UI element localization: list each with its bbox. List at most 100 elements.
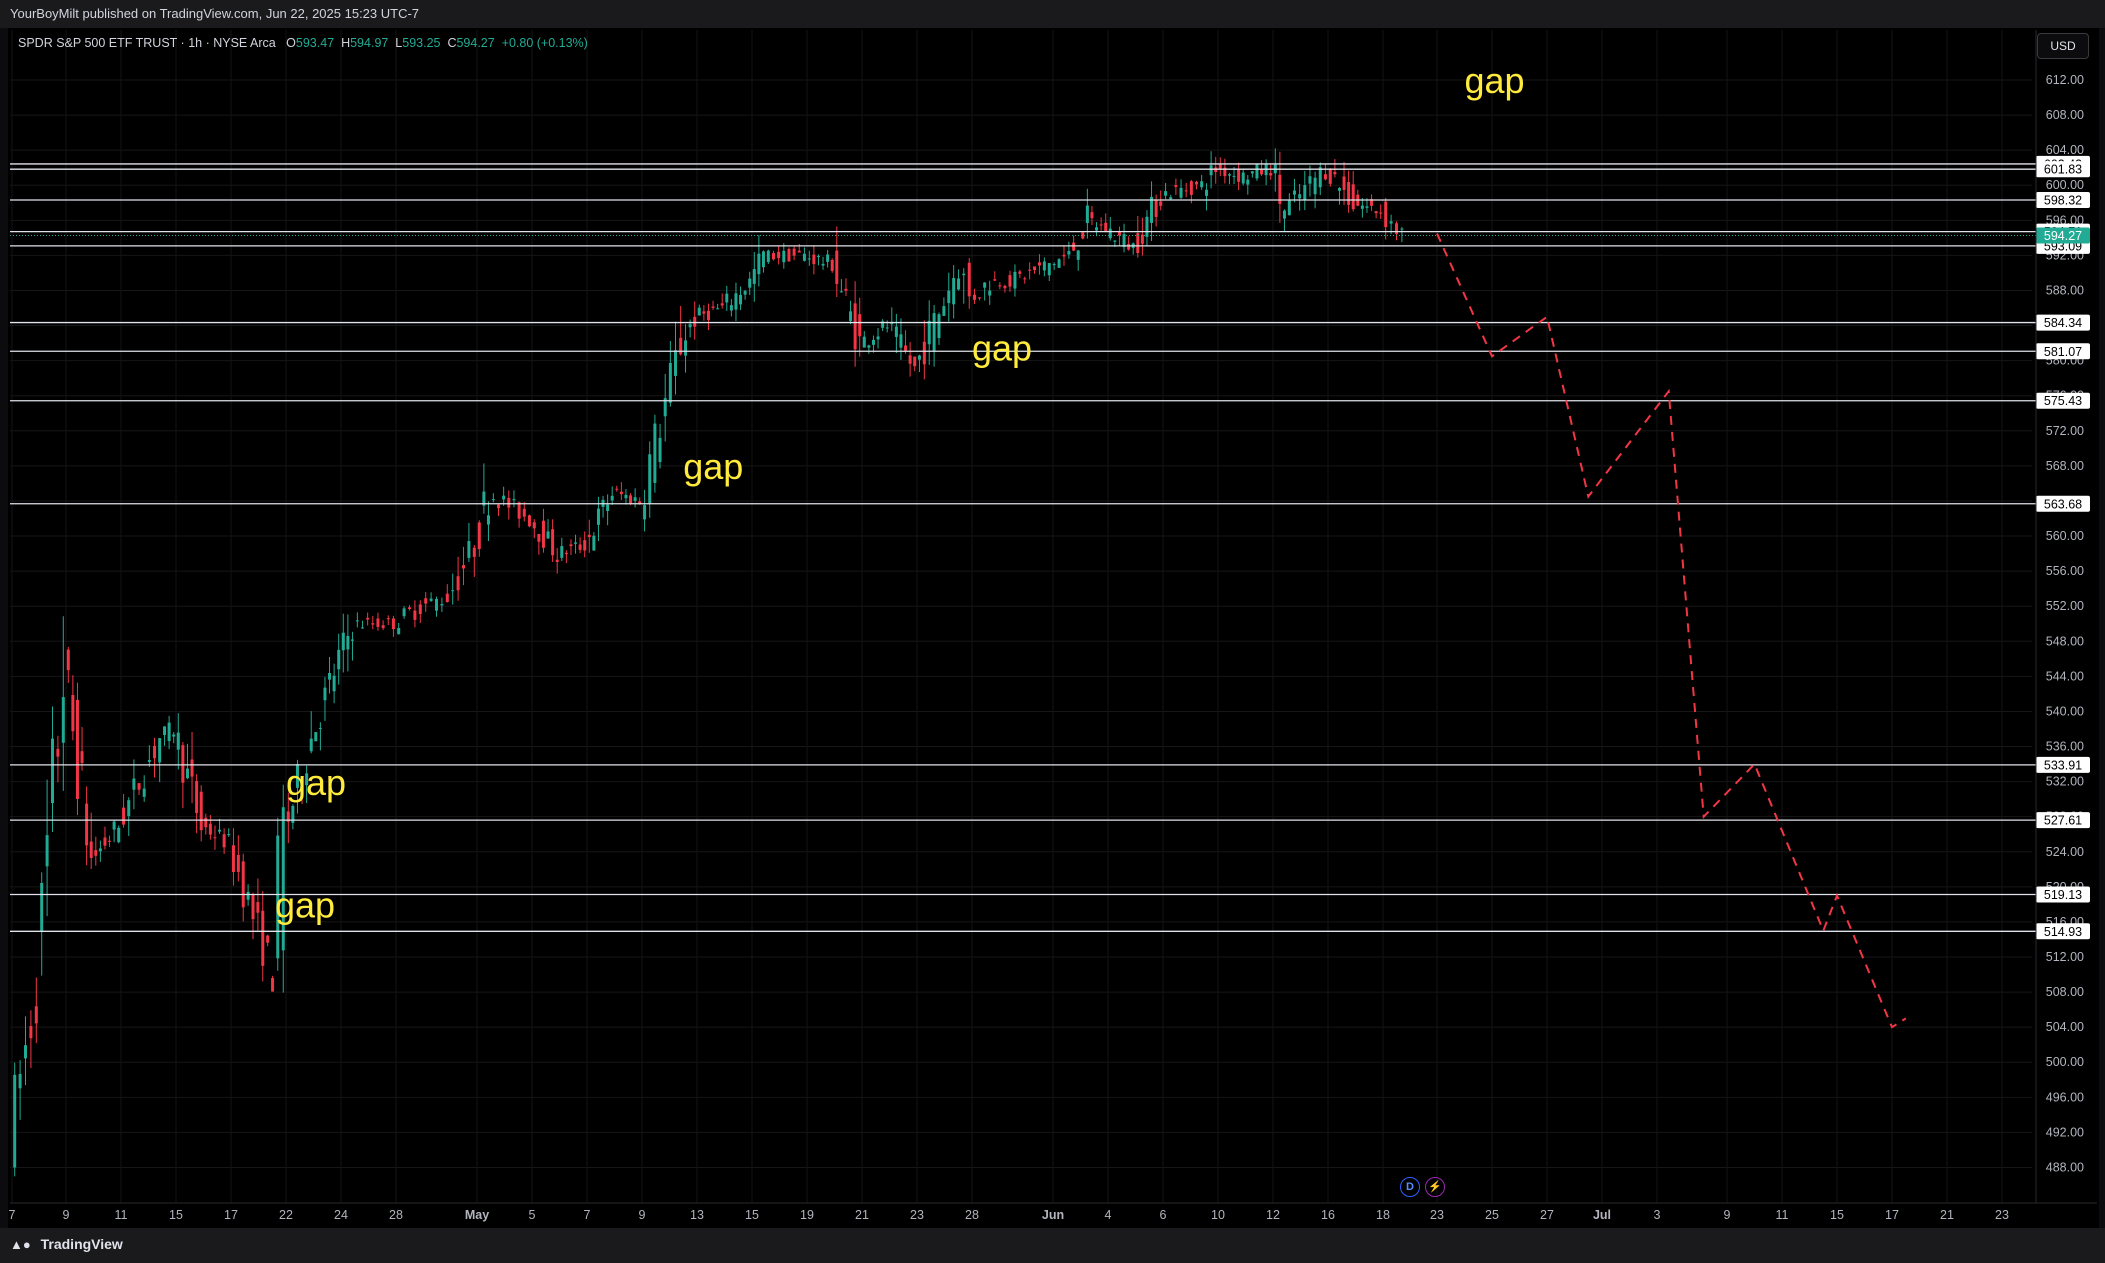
candle-down[interactable] — [1127, 243, 1131, 250]
candle-down[interactable] — [445, 593, 449, 602]
candle-down[interactable] — [204, 817, 208, 828]
candle-down[interactable] — [537, 533, 541, 542]
tradingview-brand[interactable]: ▲● TradingView — [10, 1236, 123, 1252]
candle-up[interactable] — [1255, 164, 1259, 179]
candle-up[interactable] — [1303, 185, 1307, 200]
candle-down[interactable] — [1140, 234, 1144, 244]
candle-up[interactable] — [61, 697, 65, 743]
candle-down[interactable] — [1072, 242, 1076, 251]
candle-up[interactable] — [512, 499, 516, 501]
candle-up[interactable] — [227, 834, 231, 836]
candle-up[interactable] — [942, 306, 946, 316]
candle-up[interactable] — [1282, 210, 1286, 219]
candle-up[interactable] — [876, 336, 880, 340]
candle-down[interactable] — [720, 303, 724, 306]
candle-up[interactable] — [323, 687, 327, 701]
candle-up[interactable] — [176, 732, 180, 750]
candle-up[interactable] — [98, 848, 102, 852]
candle-down[interactable] — [371, 623, 375, 625]
candle-up[interactable] — [337, 649, 341, 670]
candle-down[interactable] — [517, 502, 521, 519]
candle-down[interactable] — [771, 253, 775, 260]
candle-down[interactable] — [555, 559, 559, 562]
candle-down[interactable] — [858, 314, 862, 337]
candle-down[interactable] — [629, 495, 633, 504]
gap-annotation[interactable]: gap — [1465, 60, 1525, 101]
candle-up[interactable] — [729, 305, 733, 311]
candle-down[interactable] — [564, 552, 568, 555]
candle-up[interactable] — [752, 269, 756, 284]
gap-annotation[interactable]: gap — [286, 762, 346, 803]
candle-up[interactable] — [688, 324, 692, 328]
candle-down[interactable] — [1023, 278, 1027, 280]
candle-down[interactable] — [153, 745, 157, 759]
candle-down[interactable] — [1374, 211, 1378, 214]
candle-up[interactable] — [13, 1074, 17, 1168]
candle-down[interactable] — [256, 902, 260, 913]
candle-up[interactable] — [821, 263, 825, 266]
candle-down[interactable] — [532, 522, 536, 529]
candle-up[interactable] — [1287, 200, 1291, 216]
candle-down[interactable] — [1395, 223, 1398, 234]
candle-down[interactable] — [812, 254, 816, 265]
candle-up[interactable] — [952, 278, 956, 305]
candle-down[interactable] — [583, 540, 587, 551]
candle-up[interactable] — [658, 437, 662, 463]
candle-down[interactable] — [1003, 285, 1007, 289]
candle-up[interactable] — [668, 362, 672, 403]
candle-down[interactable] — [66, 649, 70, 671]
candle-down[interactable] — [413, 610, 417, 620]
candle-up[interactable] — [633, 497, 637, 501]
candle-up[interactable] — [782, 250, 786, 263]
candle-down[interactable] — [522, 508, 526, 517]
candle-up[interactable] — [40, 882, 44, 932]
candle-up[interactable] — [839, 291, 843, 293]
candle-down[interactable] — [1237, 169, 1241, 182]
candle-down[interactable] — [787, 249, 791, 262]
candle-down[interactable] — [199, 791, 203, 831]
candle-down[interactable] — [208, 823, 212, 835]
candle-up[interactable] — [624, 494, 628, 499]
candle-up[interactable] — [1057, 259, 1061, 268]
candle-up[interactable] — [1250, 171, 1254, 174]
candle-down[interactable] — [190, 759, 194, 777]
candle-down[interactable] — [195, 781, 199, 814]
candle-up[interactable] — [397, 627, 401, 635]
candle-down[interactable] — [381, 625, 385, 629]
candle-down[interactable] — [376, 618, 380, 627]
candle-up[interactable] — [716, 308, 720, 310]
candle-up[interactable] — [546, 531, 550, 539]
candle-up[interactable] — [132, 778, 136, 790]
candle-down[interactable] — [94, 850, 98, 856]
candle-up[interactable] — [862, 336, 866, 348]
candle-up[interactable] — [802, 253, 806, 261]
candle-down[interactable] — [1379, 212, 1383, 214]
candle-down[interactable] — [456, 576, 460, 591]
candle-down[interactable] — [222, 834, 226, 848]
candle-down[interactable] — [853, 303, 857, 350]
candle-up[interactable] — [45, 835, 49, 867]
candle-down[interactable] — [1184, 190, 1188, 192]
candle-down[interactable] — [1342, 176, 1346, 190]
candle-up[interactable] — [592, 535, 596, 551]
candle-up[interactable] — [899, 334, 903, 348]
candle-down[interactable] — [551, 529, 555, 556]
candle-up[interactable] — [643, 505, 647, 520]
candle-up[interactable] — [1145, 216, 1149, 237]
candle-down[interactable] — [922, 341, 926, 365]
candle-down[interactable] — [619, 491, 623, 495]
candle-up[interactable] — [1113, 240, 1117, 242]
candle-down[interactable] — [462, 565, 465, 569]
candle-down[interactable] — [418, 604, 422, 615]
candle-up[interactable] — [739, 294, 743, 305]
candle-down[interactable] — [181, 745, 185, 783]
candle-down[interactable] — [693, 316, 697, 327]
candle-up[interactable] — [648, 454, 652, 504]
candle-up[interactable] — [318, 727, 322, 729]
candle-up[interactable] — [917, 355, 921, 360]
candle-down[interactable] — [75, 699, 79, 799]
candle-up[interactable] — [927, 320, 931, 345]
candle-up[interactable] — [1095, 227, 1099, 231]
candle-up[interactable] — [1085, 205, 1089, 224]
candle-up[interactable] — [142, 788, 146, 797]
